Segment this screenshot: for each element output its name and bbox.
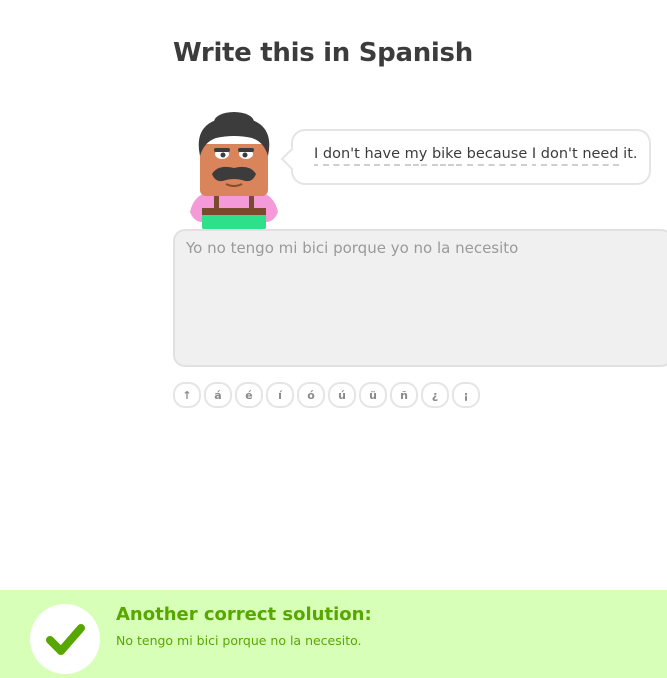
prompt-word[interactable]: it. <box>623 146 637 162</box>
speech-bubble: I don't have my bike because I don't nee… <box>280 129 651 185</box>
character-illustration <box>190 112 278 230</box>
feedback-solution: No tengo mi bici porque no la necesito. <box>116 633 362 648</box>
prompt-word[interactable]: I <box>531 146 537 166</box>
key-u-acute[interactable]: ú <box>328 382 356 408</box>
key-u-diaeresis[interactable]: ü <box>359 382 387 408</box>
key-n-tilde[interactable]: ñ <box>390 382 418 408</box>
success-badge <box>30 604 100 674</box>
prompt-word[interactable]: bike <box>431 146 462 166</box>
special-character-keyboard: ↑ á é í ó ú ü ñ ¿ ¡ <box>173 382 480 408</box>
prompt-sentence: I don't have my bike because I don't nee… <box>314 146 638 166</box>
key-inverted-exclamation[interactable]: ¡ <box>452 382 480 408</box>
feedback-title: Another correct solution: <box>116 604 372 625</box>
speech-bubble-tail <box>280 147 304 171</box>
prompt-word[interactable]: have <box>364 146 401 166</box>
key-inverted-question[interactable]: ¿ <box>421 382 449 408</box>
key-i-acute[interactable]: í <box>266 382 294 408</box>
key-e-acute[interactable]: é <box>235 382 263 408</box>
key-shift[interactable]: ↑ <box>173 382 201 408</box>
prompt-word[interactable]: I <box>314 146 319 166</box>
character-avatar <box>186 108 282 230</box>
prompt-word[interactable]: need <box>582 146 619 166</box>
prompt-word[interactable]: my <box>404 146 428 166</box>
prompt-word[interactable]: don't <box>322 146 360 166</box>
key-o-acute[interactable]: ó <box>297 382 325 408</box>
prompt-word[interactable]: don't <box>540 146 578 166</box>
answer-textarea[interactable]: Yo no tengo mi bici porque yo no la nece… <box>173 229 667 367</box>
checkmark-icon <box>46 624 85 655</box>
prompt-word[interactable]: because <box>466 146 528 166</box>
lesson-screen: Write this in Spanish I don't have my bi… <box>0 0 667 678</box>
feedback-banner: Another correct solution: No tengo mi bi… <box>0 590 667 678</box>
challenge-title: Write this in Spanish <box>173 38 473 68</box>
key-a-acute[interactable]: á <box>204 382 232 408</box>
